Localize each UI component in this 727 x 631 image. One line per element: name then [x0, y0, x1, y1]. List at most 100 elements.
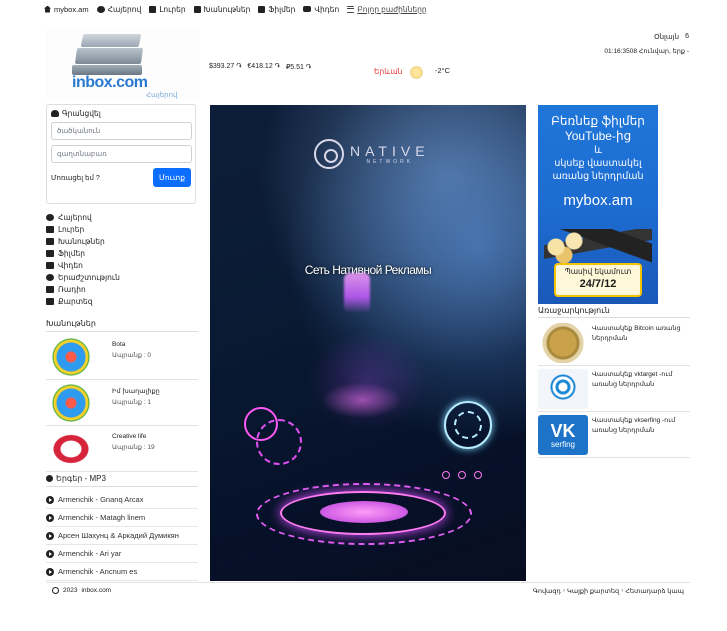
nav-shops[interactable]: Խանութներ: [193, 5, 250, 14]
logo-box-shape: [74, 48, 144, 64]
hologram-ring: [454, 411, 482, 439]
footer-link-ads[interactable]: Գովազդ: [533, 587, 561, 595]
weather-temp: -2°C: [435, 66, 451, 75]
songs-title: Երգեր - MP3: [46, 474, 198, 487]
nav-armenians[interactable]: Հայերով: [96, 5, 141, 14]
footer-link-sitemap[interactable]: Կայքի քարտեզ: [567, 587, 619, 595]
play-icon[interactable]: [46, 513, 54, 522]
nav-films[interactable]: Ֆիլմեր: [258, 5, 295, 14]
datetime: 01:16:3508 Հունվար, երք -: [604, 48, 689, 55]
logo-name: inbox.com: [72, 74, 148, 91]
home-icon: [44, 5, 51, 13]
login-button[interactable]: Մուտք: [153, 168, 191, 187]
hologram-dot: [458, 471, 466, 479]
rate-rub: ₽5.51 ֏: [285, 64, 311, 71]
play-icon[interactable]: [46, 567, 54, 576]
vktarget-icon: [538, 369, 588, 409]
map-icon: [46, 297, 54, 305]
side-item-news[interactable]: Լուրեր: [46, 223, 120, 235]
native-network-ad[interactable]: NATIVE NETWORK Сеть Нативной Рекламы: [210, 105, 526, 581]
username-input[interactable]: [51, 122, 192, 140]
register-link[interactable]: Գրանցվել: [62, 109, 101, 118]
play-icon[interactable]: [46, 549, 54, 558]
list-item[interactable]: VK serfing Վաստակեք vkserfing -ում առանց…: [538, 412, 690, 458]
film-icon: [46, 249, 54, 257]
side-item-music[interactable]: Երաժշտություն: [46, 271, 120, 283]
side-item-video[interactable]: Վիդեո: [46, 259, 120, 271]
list-item[interactable]: Armenchik - Matagh linem: [46, 509, 198, 527]
login-header: Գրանցվել: [51, 109, 191, 118]
logo-subtitle: Հայերով: [146, 92, 178, 99]
vkserfing-icon: VK serfing: [538, 415, 588, 455]
nav-home[interactable]: mybox.am: [44, 5, 89, 14]
weather-city[interactable]: Երևան: [374, 67, 402, 76]
chevron-right-icon: ›: [621, 587, 624, 594]
side-item-shops[interactable]: Խանութներ: [46, 235, 120, 247]
side-item-radio[interactable]: Ռադիո: [46, 283, 120, 295]
footer-copyright: 2023 inbox.com: [52, 587, 111, 594]
password-input[interactable]: [51, 145, 192, 163]
currency-rates: $393.27 ֏ €418.12 ֏ ₽5.51 ֏: [209, 63, 311, 72]
play-icon[interactable]: [46, 495, 54, 504]
user-plus-icon: [51, 110, 59, 117]
offers-title: Առաջարկություն: [538, 306, 690, 318]
list-item[interactable]: Арсен Шахунц & Аркадий Думикян: [46, 527, 198, 545]
users-icon: [96, 5, 105, 13]
nav-all-sections[interactable]: Բոլոր բաժինները: [347, 5, 427, 14]
logo-box-shape: [80, 34, 142, 47]
footer-link-contact[interactable]: Հետադարձ կապ: [625, 587, 684, 595]
nav-video[interactable]: Վիդեո: [303, 5, 339, 14]
ad-brand: NATIVE NETWORK: [314, 139, 430, 169]
footer-site-link[interactable]: inbox.com: [81, 587, 111, 594]
youtube-earn-ad[interactable]: Բեռնեք ֆիլմեր YouTube-ից և սկսեք վաստակե…: [538, 105, 658, 304]
shop-thumbnail: [46, 337, 96, 377]
site-logo[interactable]: inbox.com Հայերով: [46, 27, 199, 99]
hologram-dot: [442, 471, 450, 479]
songs-list: Armenchik - Gnanq Arcax Armenchik - Mata…: [46, 491, 198, 581]
shop-thumbnail: [46, 383, 96, 423]
users-icon: [46, 213, 54, 221]
side-item-armenians[interactable]: Հայերով: [46, 211, 120, 223]
list-item[interactable]: Bota Ապրանք : 0: [46, 334, 198, 380]
weather-sun-icon: [410, 66, 423, 79]
top-nav: mybox.am Հայերով Լուրեր Խանութներ Ֆիլմեր…: [44, 3, 427, 15]
native-logo-icon: [314, 139, 344, 169]
bitcoin-icon: [538, 323, 588, 363]
list-item[interactable]: Armenchik - Gnanq Arcax: [46, 491, 198, 509]
newspaper-icon: [46, 225, 54, 233]
shop-thumbnail: [46, 429, 96, 469]
list-item[interactable]: Վաստակեք Bitcoin առանց ներդրման: [538, 320, 690, 366]
shops-list: Bota Ապրանք : 0 Իմ խաղալիքը Ապրանք : 1 Cre…: [46, 334, 198, 472]
footer-divider: [46, 582, 690, 583]
list-item[interactable]: Վաստակեք vktarget -ում առանց ներդրման: [538, 366, 690, 412]
nav-news[interactable]: Լուրեր: [149, 5, 186, 14]
list-item[interactable]: Armenchik - Ancnum es: [46, 563, 198, 581]
rate-eur: €418.12 ֏: [247, 63, 280, 70]
forgot-password-link[interactable]: Մոռացել եմ ?: [51, 174, 100, 182]
music-icon: [46, 273, 54, 281]
film-icon: [258, 5, 266, 13]
youtube-icon: [46, 261, 54, 269]
bag-icon: [46, 237, 54, 245]
menu-icon: [347, 5, 355, 13]
chevron-right-icon: ›: [562, 587, 565, 594]
list-item[interactable]: Իմ խաղալիքը Ապրանք : 1: [46, 380, 198, 426]
offers-list: Վաստակեք Bitcoin առանց ներդրման Վաստակեք…: [538, 320, 690, 458]
side-item-films[interactable]: Ֆիլմեր: [46, 247, 120, 259]
ad-ticket-badge: Պասիվ եկամուտ 24/7/12: [554, 263, 642, 297]
rate-usd: $393.27 ֏: [209, 63, 242, 70]
list-item[interactable]: Creative life Ապրանք : 19: [46, 426, 198, 472]
login-box: Գրանցվել Մոռացել եմ ? Մուտք: [46, 104, 196, 204]
light-beam-graphic: [344, 273, 370, 313]
side-item-map[interactable]: Քարտեզ: [46, 295, 120, 307]
side-menu: Հայերով Լուրեր Խանութներ Ֆիլմեր Վիդեո Եր…: [46, 211, 120, 307]
youtube-icon: [303, 6, 312, 12]
play-icon[interactable]: [46, 531, 54, 540]
newspaper-icon: [149, 5, 157, 13]
shops-title: Խանութներ: [46, 319, 198, 332]
hologram-dot: [474, 471, 482, 479]
online-counter: Օնլայն 6: [654, 33, 689, 41]
hologram-ring: [256, 419, 302, 465]
list-item[interactable]: Armenchik - Ari yar: [46, 545, 198, 563]
bag-icon: [193, 5, 201, 13]
